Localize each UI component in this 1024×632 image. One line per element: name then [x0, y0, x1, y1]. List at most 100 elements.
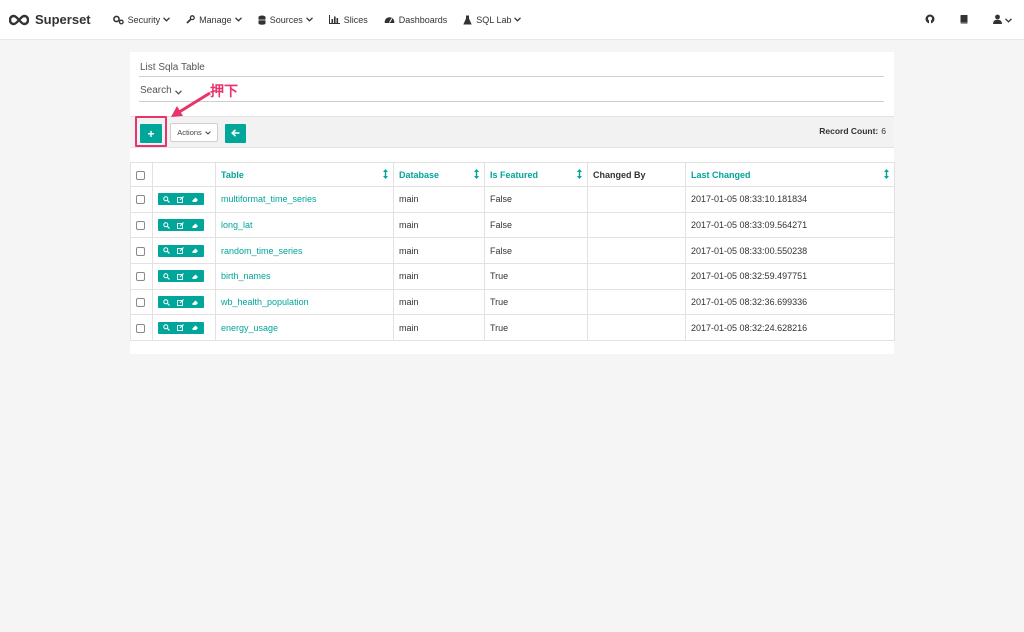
header-table[interactable]: Table [215, 162, 394, 187]
row-checkbox[interactable] [136, 246, 145, 256]
search-icon[interactable] [163, 298, 171, 306]
search-icon[interactable] [163, 196, 171, 203]
eraser-icon[interactable] [191, 196, 199, 203]
header-database[interactable]: Database [393, 162, 485, 187]
eraser-icon[interactable] [191, 273, 199, 280]
cell-value: main [399, 194, 419, 205]
cell-value: False [490, 220, 513, 231]
nav-manage-label: Manage [199, 14, 232, 25]
book-icon [959, 14, 969, 26]
search-icon[interactable] [163, 221, 171, 229]
edit-icon[interactable] [177, 221, 184, 229]
user-menu[interactable] [981, 0, 1024, 40]
list-toolbar: + Actions Record Count: 6 [130, 116, 894, 148]
row-actions-cell [152, 211, 216, 239]
record-count-label: Record Count: [819, 126, 879, 136]
table-header-row: Table Database Is Featured Changed By La… [130, 162, 895, 187]
cell-value: main [399, 297, 419, 308]
cell-value: 2017-01-05 08:33:09.564271 [691, 220, 808, 231]
eraser-icon[interactable] [191, 324, 199, 331]
row-action-group [158, 270, 204, 283]
table-name-link[interactable]: birth_names [221, 271, 271, 281]
cell-changed-by [587, 314, 686, 342]
sort-icon[interactable] [383, 169, 388, 181]
back-button[interactable] [225, 124, 246, 143]
cell-value: main [399, 322, 419, 333]
nav-slices[interactable]: Slices [321, 0, 376, 40]
header-is-featured[interactable]: Is Featured [484, 162, 588, 187]
nav-dashboards[interactable]: Dashboards [376, 0, 456, 40]
records-table: Table Database Is Featured Changed By La… [130, 162, 895, 342]
cell-database: main [393, 186, 485, 213]
cell-last-changed: 2017-01-05 08:32:59.497751 [685, 263, 895, 290]
edit-icon[interactable] [177, 195, 184, 203]
row-checkbox[interactable] [136, 272, 145, 282]
edit-icon[interactable] [177, 298, 184, 306]
cell-table[interactable]: long_lat [215, 211, 394, 239]
dashboard-icon [384, 15, 395, 24]
chevron-down-icon [205, 128, 211, 137]
actions-dropdown[interactable]: Actions [170, 123, 218, 142]
table-name-link[interactable]: energy_usage [221, 323, 278, 333]
row-actions-cell [152, 314, 216, 342]
row-checkbox[interactable] [136, 323, 145, 333]
sort-icon[interactable] [474, 169, 479, 181]
cell-value: 2017-01-05 08:32:24.628216 [691, 322, 808, 333]
cell-table[interactable]: birth_names [215, 263, 394, 290]
search-icon[interactable] [163, 273, 171, 280]
eraser-icon[interactable] [191, 247, 199, 254]
record-count: Record Count: 6 [819, 126, 886, 136]
header-table-label: Table [221, 169, 244, 180]
edit-icon[interactable] [177, 324, 184, 332]
nav-sources[interactable]: Sources [250, 0, 321, 40]
table-name-link[interactable]: random_time_series [221, 246, 303, 256]
cell-table[interactable]: wb_health_population [215, 288, 394, 316]
github-link[interactable] [913, 0, 947, 40]
cell-database: main [393, 211, 485, 239]
annotation-text: 押下 [210, 83, 238, 99]
header-database-label: Database [399, 169, 440, 180]
cell-table[interactable]: random_time_series [215, 237, 394, 265]
eraser-icon[interactable] [191, 299, 199, 306]
search-dropdown[interactable]: Search [139, 85, 884, 102]
table-body: multiformat_time_series main False 2017-01-… [130, 186, 895, 342]
edit-icon[interactable] [177, 273, 184, 280]
header-last-changed[interactable]: Last Changed [685, 162, 895, 187]
chevron-down-icon [514, 17, 522, 22]
docs-link[interactable] [947, 0, 981, 40]
table-name-link[interactable]: wb_health_population [221, 297, 309, 307]
table-row: random_time_series main False 2017-01-05 08… [130, 237, 895, 265]
cell-table[interactable]: energy_usage [215, 314, 394, 342]
eraser-icon[interactable] [191, 222, 199, 229]
nav-manage[interactable]: Manage [178, 0, 250, 40]
nav-security[interactable]: Security [105, 0, 179, 40]
sort-icon[interactable] [577, 169, 582, 181]
list-panel: List Sqla Table Search + Actions Record … [130, 52, 895, 354]
cell-value: main [399, 245, 419, 256]
user-icon [993, 14, 1002, 26]
row-checkbox[interactable] [136, 298, 145, 308]
cell-database: main [393, 314, 485, 342]
cell-last-changed: 2017-01-05 08:33:10.181834 [685, 186, 895, 213]
cell-value: 2017-01-05 08:32:36.699336 [691, 297, 808, 308]
brand[interactable]: Superset [9, 12, 91, 27]
cell-table[interactable]: multiformat_time_series [215, 186, 394, 213]
nav-sql-lab[interactable]: SQL Lab [455, 0, 529, 40]
table-name-link[interactable]: long_lat [221, 220, 253, 230]
row-action-group [158, 296, 204, 309]
cell-value: True [490, 271, 509, 282]
cell-is-featured: False [484, 237, 588, 265]
bar-chart-icon [328, 15, 340, 24]
cell-value: main [399, 271, 419, 282]
sort-icon[interactable] [884, 169, 889, 181]
row-checkbox[interactable] [136, 195, 145, 205]
table-name-link[interactable]: multiformat_time_series [221, 194, 317, 204]
cell-database: main [393, 237, 485, 265]
search-icon[interactable] [163, 247, 171, 255]
header-is-featured-label: Is Featured [490, 169, 539, 180]
edit-icon[interactable] [177, 247, 184, 255]
search-icon[interactable] [163, 324, 171, 332]
select-all-checkbox[interactable] [136, 170, 145, 180]
row-checkbox[interactable] [136, 221, 145, 231]
annotation-highlight-box [135, 116, 167, 147]
